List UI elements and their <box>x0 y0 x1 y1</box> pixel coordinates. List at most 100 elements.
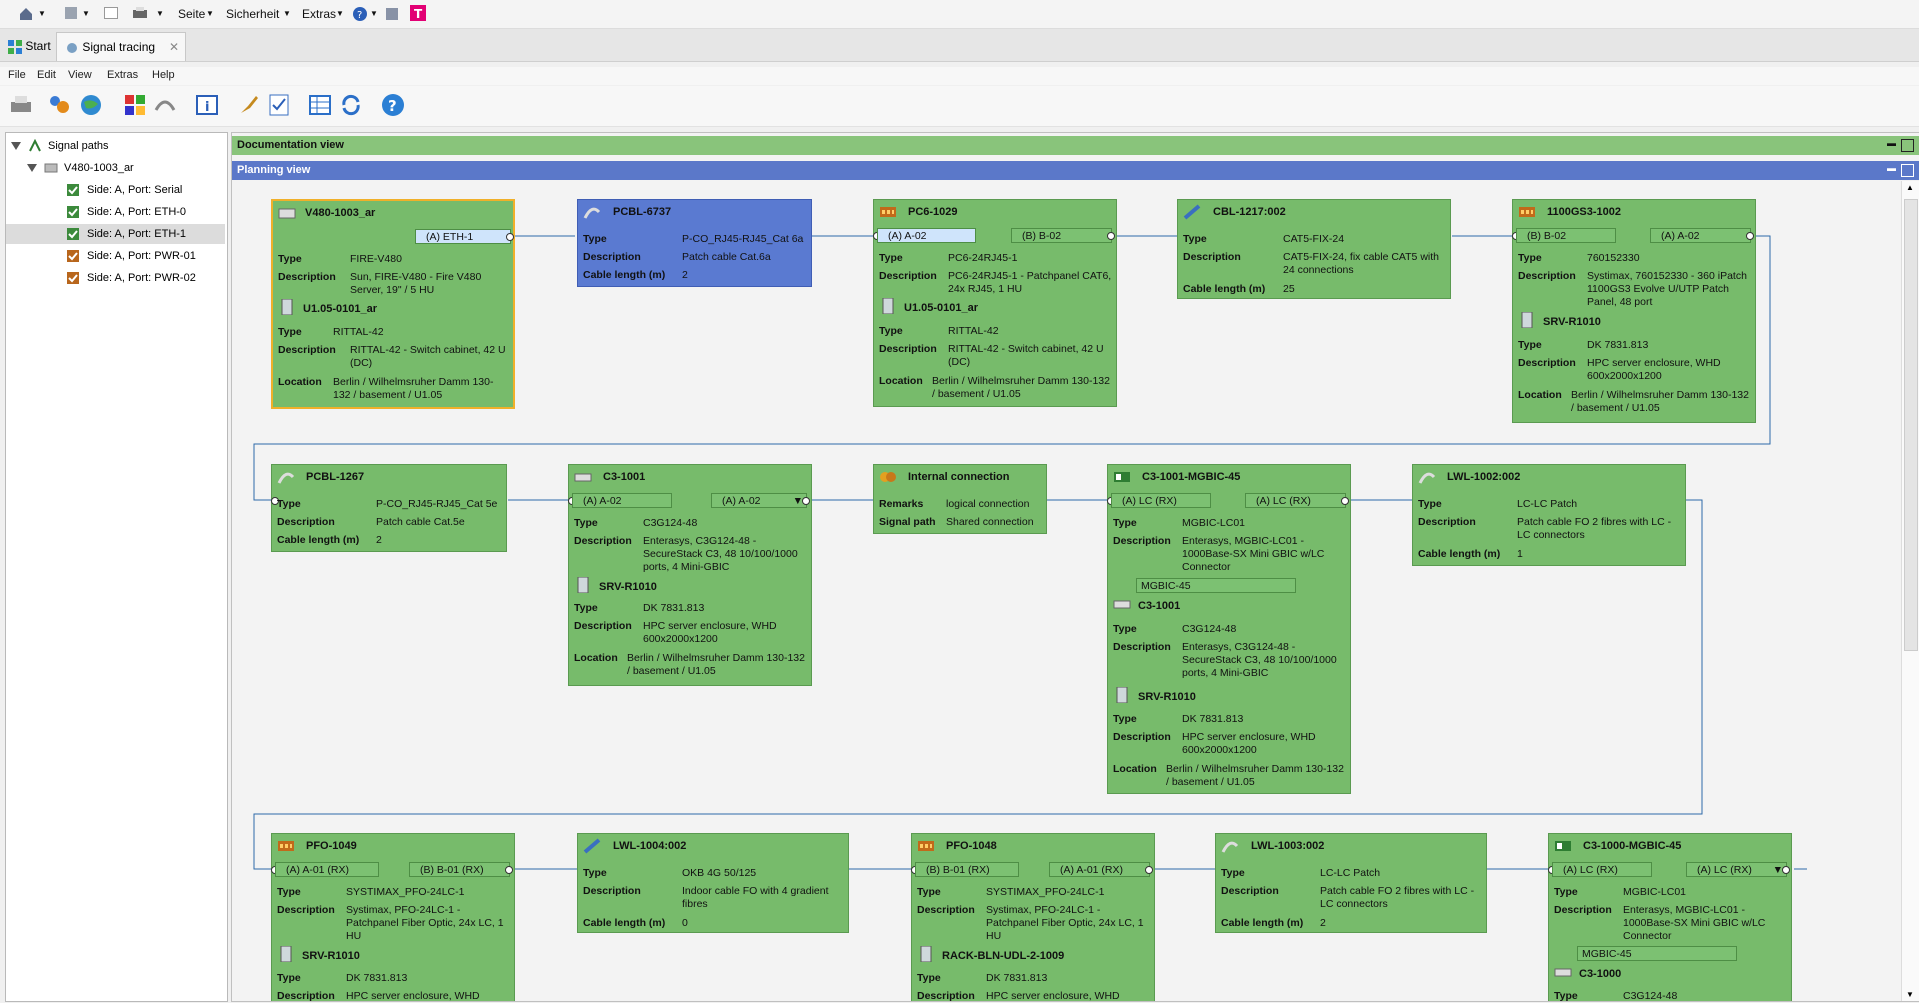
port-connector[interactable] <box>506 233 514 241</box>
research-icon[interactable] <box>384 6 400 22</box>
menu-help[interactable]: Help <box>152 69 175 81</box>
menu-extras[interactable]: Extras <box>302 5 336 23</box>
cable-node-lwl1003[interactable]: LWL-1003:002 Type LC-LC Patch Descriptio… <box>1215 833 1487 933</box>
port-lc-rx-a[interactable]: (A) LC (RX) <box>1111 493 1211 508</box>
patchpanel-node-pc6[interactable]: PC6-1029 (A) A-02 (B) B-02 Type PC6-24RJ… <box>873 199 1117 407</box>
cable-node-pcbl6737[interactable]: PCBL-6737 Type P-CO_RJ45-RJ45_Cat 6a Des… <box>577 199 812 287</box>
globe-icon[interactable] <box>78 92 104 118</box>
module-node-c3-1001-mgbic[interactable]: C3-1001-MGBIC-45 (A) LC (RX) (A) LC (RX)… <box>1107 464 1351 794</box>
print-icon[interactable] <box>132 6 148 20</box>
help-chevron-icon[interactable]: ▼ <box>370 5 378 23</box>
menu-view[interactable]: View <box>68 69 92 81</box>
brush-icon[interactable] <box>236 92 262 118</box>
switch-node-c3-1001[interactable]: C3-1001 (A) A-02 (A) A-02 ▼ Type C3G124-4… <box>568 464 812 686</box>
expand-icon[interactable] <box>27 164 37 172</box>
location-value: Berlin / Wilhelmsruher Damm 130-132 / ba… <box>1571 389 1749 414</box>
port-b01-rx[interactable]: (B) B-01 (RX) <box>915 862 1019 877</box>
description-label: Description <box>574 535 632 547</box>
home-dropdown-icon[interactable]: ▼ <box>38 5 46 23</box>
node-title: V480-1003_ar <box>305 207 376 219</box>
port-b02[interactable]: (B) B-02 <box>1516 228 1616 243</box>
type-value: LC-LC Patch <box>1517 498 1578 510</box>
internal-connection-node[interactable]: Internal connection Remarks logical conn… <box>873 464 1047 534</box>
port-lc-rx-dropdown[interactable]: (A) LC (RX) ▼ <box>1686 862 1787 877</box>
patchpanel-node-pfo1049[interactable]: PFO-1049 (A) A-01 (RX) (B) B-01 (RX) Typ… <box>271 833 515 1001</box>
port-connector[interactable] <box>1341 497 1349 505</box>
port-a01-rx[interactable]: (A) A-01 (RX) <box>1049 862 1150 877</box>
port-b02[interactable]: (B) B-02 <box>1011 228 1112 243</box>
port-a02[interactable]: (A) A-02 <box>877 228 976 243</box>
cable-node-lwl1002[interactable]: LWL-1002:002 Type LC-LC Patch Descriptio… <box>1412 464 1686 566</box>
port-connector[interactable] <box>1782 866 1790 874</box>
port-a02[interactable]: (A) A-02 <box>1650 228 1751 243</box>
cable-length-label: Cable length (m) <box>277 534 360 546</box>
modules-icon[interactable] <box>122 92 148 118</box>
cable-node-lwl1004[interactable]: LWL-1004:002 Type OKB 4G 50/125 Descript… <box>577 833 849 933</box>
cable-icon[interactable] <box>152 92 178 118</box>
cable-length-value: 2 <box>376 534 382 546</box>
close-icon[interactable]: ✕ <box>169 33 179 61</box>
port-connector[interactable] <box>505 866 513 874</box>
menu-file[interactable]: File <box>8 69 26 81</box>
tab-start[interactable]: Start <box>0 32 59 60</box>
menu-edit[interactable]: Edit <box>37 69 56 81</box>
vertical-scrollbar[interactable]: ▲ ▼ <box>1901 181 1919 1001</box>
scroll-up-icon[interactable]: ▲ <box>1906 183 1914 192</box>
port-a02-dropdown[interactable]: (A) A-02 ▼ <box>711 493 807 508</box>
tree-item-eth1[interactable]: Side: A, Port: ETH-1 <box>6 224 225 244</box>
port-b01-rx[interactable]: (B) B-01 (RX) <box>409 862 510 877</box>
device-node-v480[interactable]: V480-1003_ar (A) ETH-1 Type FIRE-V480 De… <box>271 199 515 409</box>
feeds-dropdown-icon[interactable]: ▼ <box>82 5 90 23</box>
mail-icon[interactable] <box>104 7 118 19</box>
scroll-down-icon[interactable]: ▼ <box>1906 990 1914 999</box>
node-title: PFO-1049 <box>306 840 357 852</box>
port-a02[interactable]: (A) A-02 <box>572 493 672 508</box>
patchpanel-icon <box>1519 207 1535 217</box>
node-title: PFO-1048 <box>946 840 997 852</box>
table-icon[interactable] <box>307 92 333 118</box>
port-lc-rx-b[interactable]: (A) LC (RX) <box>1245 493 1346 508</box>
help-circle-icon[interactable]: ? <box>380 92 406 118</box>
location-value: Berlin / Wilhelmsruher Damm 130-132 / ba… <box>932 375 1110 400</box>
expand-icon[interactable] <box>11 142 21 150</box>
maximize-icon[interactable] <box>1901 139 1914 152</box>
port-connector[interactable] <box>802 497 810 505</box>
node-title: Internal connection <box>908 471 1010 483</box>
port-lc-rx-a[interactable]: (A) LC (RX) <box>1552 862 1652 877</box>
port-label: (A) A-02 <box>888 230 927 242</box>
printer-icon[interactable] <box>8 92 34 118</box>
minimize-icon[interactable]: ▬ <box>1886 164 1897 175</box>
info-icon[interactable]: i <box>194 92 220 118</box>
port-connector[interactable] <box>1746 232 1754 240</box>
planning-view-bar[interactable]: Planning view ▬ <box>232 161 1919 180</box>
minimize-icon[interactable]: ▬ <box>1886 139 1897 150</box>
description-label: Description <box>1221 885 1279 897</box>
port-connector[interactable] <box>1107 232 1115 240</box>
port-a01-rx[interactable]: (A) A-01 (RX) <box>275 862 379 877</box>
refresh-icon[interactable] <box>338 92 364 118</box>
maximize-icon[interactable] <box>1901 164 1914 177</box>
type-value: 760152330 <box>1587 252 1640 264</box>
checklist-icon[interactable] <box>266 92 292 118</box>
menu-extras-app[interactable]: Extras <box>107 69 138 81</box>
seite-chevron-icon: ▼ <box>206 9 214 18</box>
port-connector[interactable] <box>1145 866 1153 874</box>
telekom-icon[interactable]: T <box>410 5 426 21</box>
module-node-c3-1000-mgbic[interactable]: C3-1000-MGBIC-45 (A) LC (RX) (A) LC (RX)… <box>1548 833 1792 1001</box>
menu-sicherheit[interactable]: Sicherheit <box>226 5 279 23</box>
patchpanel-node-pfo1048[interactable]: PFO-1048 (B) B-01 (RX) (A) A-01 (RX) Typ… <box>911 833 1155 1001</box>
description-value: Enterasys, C3G124-48 - SecureStack C3, 4… <box>1182 641 1337 679</box>
home-icon[interactable] <box>18 6 34 22</box>
patchpanel-node-1100gs3[interactable]: 1100GS3-1002 (B) B-02 (A) A-02 Type 7601… <box>1512 199 1756 423</box>
cable-node-cbl1217[interactable]: CBL-1217:002 Type CAT5-FIX-24 Descriptio… <box>1177 199 1451 299</box>
documentation-view-bar[interactable]: Documentation view ▬ <box>232 136 1919 155</box>
port-eth1[interactable]: (A) ETH-1 <box>415 229 511 244</box>
feeds-icon[interactable] <box>64 6 78 20</box>
help-icon[interactable]: ? <box>352 6 368 22</box>
print-dropdown-icon[interactable]: ▼ <box>156 5 164 23</box>
scrollbar-thumb[interactable] <box>1904 199 1918 651</box>
users-icon[interactable] <box>46 92 72 118</box>
cable-node-pcbl1267[interactable]: PCBL-1267 Type P-CO_RJ45-RJ45_Cat 5e Des… <box>271 464 507 552</box>
tab-signal-tracing[interactable]: Signal tracing ✕ <box>56 32 186 61</box>
menu-seite[interactable]: Seite <box>178 5 205 23</box>
